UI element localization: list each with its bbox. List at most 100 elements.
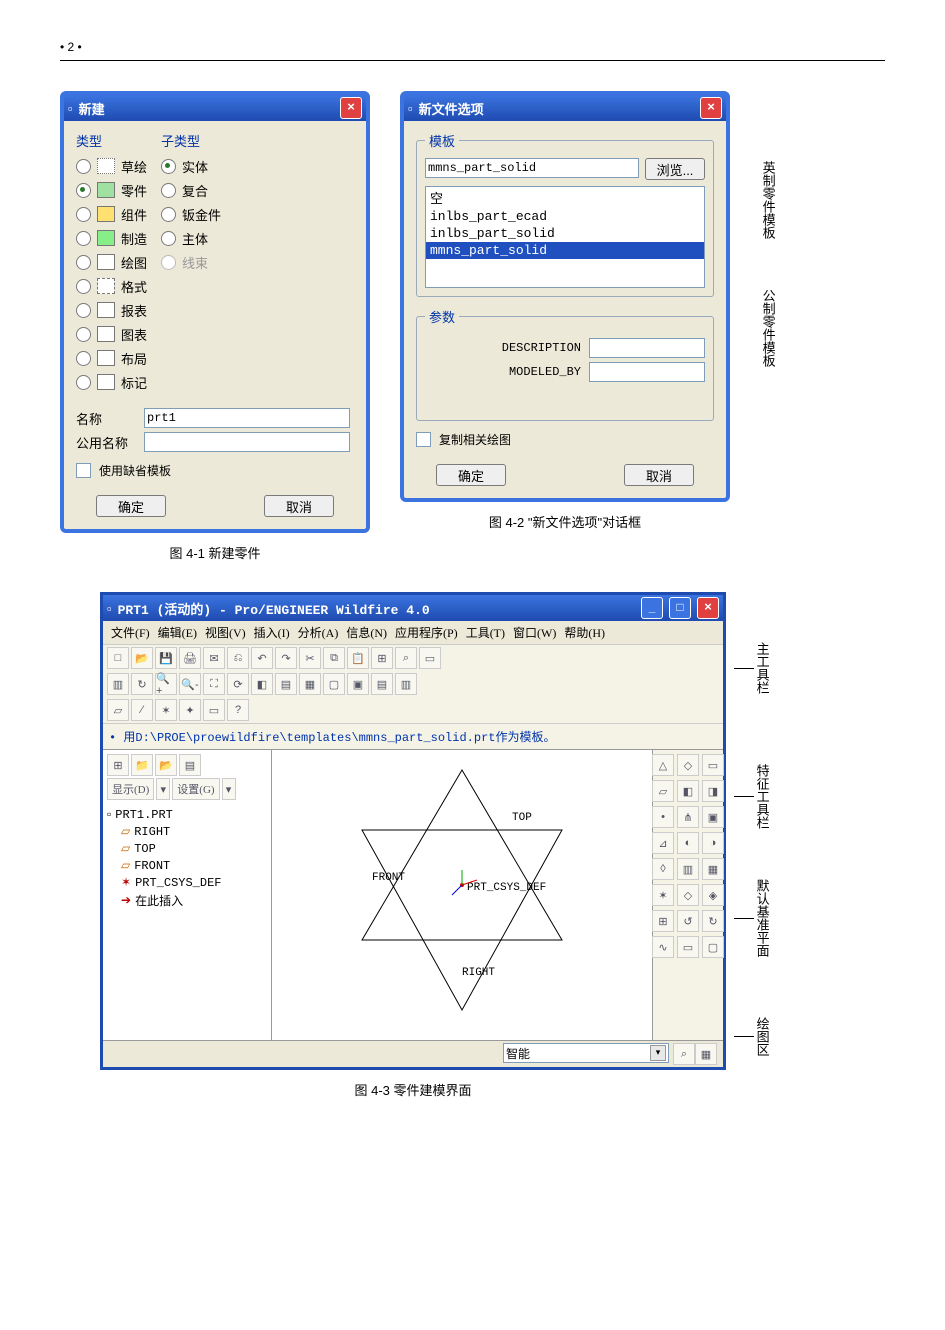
feature-icon[interactable]: ⋔ bbox=[677, 806, 699, 828]
menu-analysis[interactable]: 分析(A) bbox=[296, 623, 341, 642]
axis-icon[interactable]: ⁄ bbox=[131, 699, 153, 721]
feature-icon[interactable]: ⊿ bbox=[652, 832, 674, 854]
refit-icon[interactable]: ⛶ bbox=[203, 673, 225, 695]
menu-tools[interactable]: 工具(T) bbox=[464, 623, 507, 642]
redo-icon[interactable]: ↷ bbox=[275, 647, 297, 669]
ok-button[interactable]: 确定 bbox=[436, 464, 506, 486]
minimize-icon[interactable]: _ bbox=[641, 597, 663, 619]
radio-layout[interactable]: 布局 bbox=[76, 346, 147, 370]
template-list[interactable]: 空 inlbs_part_ecad inlbs_part_solid mmns_… bbox=[425, 186, 705, 288]
menu-info[interactable]: 信息(N) bbox=[344, 623, 389, 642]
radio-sheetmetal[interactable]: 钣金件 bbox=[161, 202, 221, 226]
radio-markup[interactable]: 标记 bbox=[76, 370, 147, 394]
find-icon[interactable]: ⌕ bbox=[395, 647, 417, 669]
browse-button[interactable]: 浏览... bbox=[645, 158, 705, 180]
cancel-button[interactable]: 取消 bbox=[264, 495, 334, 517]
annotation-icon[interactable]: ▭ bbox=[203, 699, 225, 721]
tree-icon[interactable]: 📁 bbox=[131, 754, 153, 776]
shade-icon[interactable]: ▦ bbox=[299, 673, 321, 695]
radio-bulk[interactable]: 主体 bbox=[161, 226, 221, 250]
maximize-icon[interactable]: □ bbox=[669, 597, 691, 619]
undo-icon[interactable]: ↶ bbox=[251, 647, 273, 669]
zoomin-icon[interactable]: 🔍+ bbox=[155, 673, 177, 695]
views-icon[interactable]: ▤ bbox=[275, 673, 297, 695]
menu-view[interactable]: 视图(V) bbox=[203, 623, 248, 642]
radio-report[interactable]: 报表 bbox=[76, 298, 147, 322]
layers-icon[interactable]: ▥ bbox=[107, 673, 129, 695]
nohidden-icon[interactable]: ▤ bbox=[371, 673, 393, 695]
feature-icon[interactable]: ▭ bbox=[702, 754, 724, 776]
feature-icon[interactable]: • bbox=[652, 806, 674, 828]
radio-composite[interactable]: 复合 bbox=[161, 178, 221, 202]
radio-drawing[interactable]: 绘图 bbox=[76, 250, 147, 274]
toolbar-icon[interactable]: ⎌ bbox=[227, 647, 249, 669]
toolbar-icon[interactable]: ▭ bbox=[419, 647, 441, 669]
radio-sketch[interactable]: 草绘 bbox=[76, 154, 147, 178]
tree-node[interactable]: ✶PRT_CSYS_DEF bbox=[107, 874, 267, 891]
new-icon[interactable]: □ bbox=[107, 647, 129, 669]
radio-manufacturing[interactable]: 制造 bbox=[76, 226, 147, 250]
menu-window[interactable]: 窗口(W) bbox=[511, 623, 558, 642]
menu-help[interactable]: 帮助(H) bbox=[562, 623, 607, 642]
dropdown-icon[interactable]: ▾ bbox=[650, 1045, 666, 1061]
wireframe-icon[interactable]: ▢ bbox=[323, 673, 345, 695]
menu-file[interactable]: 文件(F) bbox=[109, 623, 152, 642]
zoomout-icon[interactable]: 🔍- bbox=[179, 673, 201, 695]
radio-part[interactable]: 零件 bbox=[76, 178, 147, 202]
feature-icon[interactable]: ▥ bbox=[677, 858, 699, 880]
use-default-checkbox[interactable] bbox=[76, 463, 91, 478]
filter-icon[interactable]: ⌕ bbox=[673, 1043, 695, 1065]
feature-icon[interactable]: ◑ bbox=[702, 832, 724, 854]
save-icon[interactable]: 💾 bbox=[155, 647, 177, 669]
cancel-button[interactable]: 取消 bbox=[624, 464, 694, 486]
dropdown-icon[interactable]: ▾ bbox=[222, 778, 236, 800]
tree-node[interactable]: ▱FRONT bbox=[107, 857, 267, 874]
shading-icon[interactable]: ▥ bbox=[395, 673, 417, 695]
copy-icon[interactable]: ⧉ bbox=[323, 647, 345, 669]
param-input-description[interactable] bbox=[589, 338, 705, 358]
tree-icon[interactable]: 📂 bbox=[155, 754, 177, 776]
tree-node[interactable]: ▱TOP bbox=[107, 840, 267, 857]
radio-assembly[interactable]: 组件 bbox=[76, 202, 147, 226]
feature-icon[interactable]: ▣ bbox=[702, 806, 724, 828]
dropdown-icon[interactable]: ▾ bbox=[156, 778, 170, 800]
feature-icon[interactable]: ↻ bbox=[702, 910, 724, 932]
feature-icon[interactable]: ✶ bbox=[652, 884, 674, 906]
copy-drawing-checkbox[interactable] bbox=[416, 432, 431, 447]
feature-icon[interactable]: ◧ bbox=[677, 780, 699, 802]
ok-button[interactable]: 确定 bbox=[96, 495, 166, 517]
menu-application[interactable]: 应用程序(P) bbox=[393, 623, 460, 642]
param-input-modeledby[interactable] bbox=[589, 362, 705, 382]
template-input[interactable] bbox=[425, 158, 639, 178]
tree-show-button[interactable]: 显示(D) bbox=[107, 778, 154, 800]
feature-icon[interactable]: ◇ bbox=[677, 754, 699, 776]
feature-icon[interactable]: ⊞ bbox=[652, 910, 674, 932]
tree-icon[interactable]: ⊞ bbox=[107, 754, 129, 776]
feature-icon[interactable]: ◨ bbox=[702, 780, 724, 802]
feature-icon[interactable]: ▱ bbox=[652, 780, 674, 802]
close-icon[interactable]: × bbox=[340, 97, 362, 119]
status-icon[interactable]: ▦ bbox=[695, 1043, 717, 1065]
common-name-input[interactable] bbox=[144, 432, 350, 452]
radio-diagram[interactable]: 图表 bbox=[76, 322, 147, 346]
menu-insert[interactable]: 插入(I) bbox=[252, 623, 292, 642]
datum-plane-icon[interactable]: ▱ bbox=[107, 699, 129, 721]
name-input[interactable] bbox=[144, 408, 350, 428]
feature-icon[interactable]: ∿ bbox=[652, 936, 674, 958]
feature-icon[interactable]: ◈ bbox=[702, 884, 724, 906]
spin-icon[interactable]: ↻ bbox=[131, 673, 153, 695]
feature-icon[interactable]: △ bbox=[652, 754, 674, 776]
feature-icon[interactable]: ◊ bbox=[652, 858, 674, 880]
close-icon[interactable]: × bbox=[700, 97, 722, 119]
toolbar-icon[interactable]: ⊞ bbox=[371, 647, 393, 669]
repaint-icon[interactable]: ⟳ bbox=[227, 673, 249, 695]
print-icon[interactable]: 🖨 bbox=[179, 647, 201, 669]
open-icon[interactable]: 📂 bbox=[131, 647, 153, 669]
mail-icon[interactable]: ✉ bbox=[203, 647, 225, 669]
hidden-icon[interactable]: ▣ bbox=[347, 673, 369, 695]
feature-icon[interactable]: ◐ bbox=[677, 832, 699, 854]
menu-edit[interactable]: 编辑(E) bbox=[156, 623, 199, 642]
tree-root[interactable]: ▫PRT1.PRT bbox=[107, 806, 267, 823]
selection-filter-combo[interactable]: 智能▾ bbox=[503, 1043, 669, 1063]
point-icon[interactable]: ✶ bbox=[155, 699, 177, 721]
